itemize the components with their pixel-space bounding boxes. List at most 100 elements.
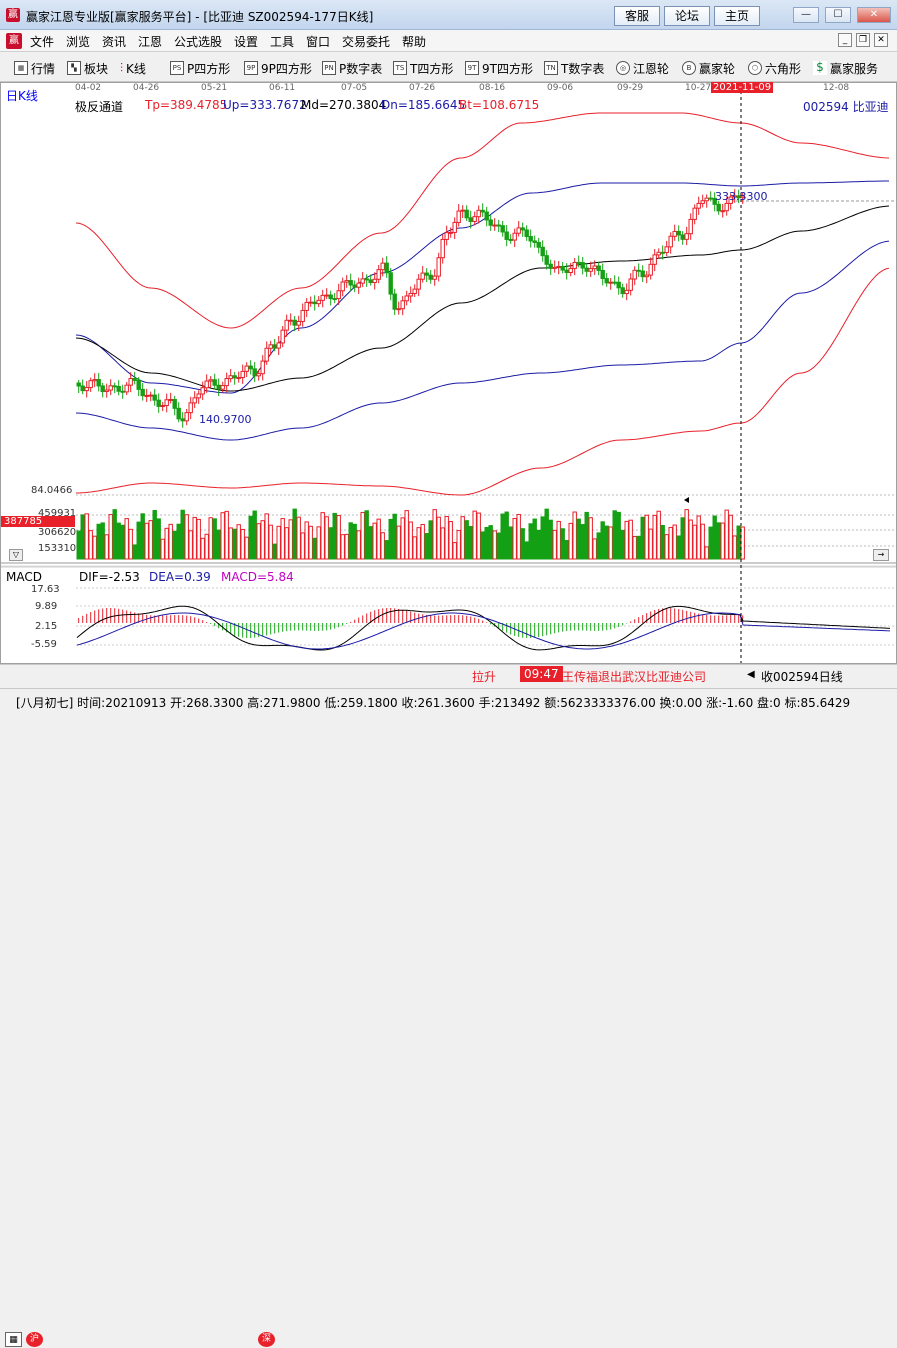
chart-panel[interactable]: 日K线 极反通道 Tp=389.4785 Up=333.7672 Md=270.… (0, 82, 897, 664)
speaker-icon[interactable]: ◀ (747, 669, 755, 680)
volume-bar (420, 523, 425, 560)
tool-service[interactable]: $ 赢家服务 (813, 59, 878, 77)
menu-help[interactable]: 帮助 (402, 33, 426, 50)
tool-label: P数字表 (339, 61, 383, 76)
volume-bar (176, 523, 181, 560)
tool-sectors[interactable]: ▚ 板块 (67, 59, 108, 77)
indicator-up: Up=333.7672 (223, 98, 307, 112)
tool-t-square[interactable]: TS T四方形 (393, 59, 453, 77)
maximize-icon[interactable]: ☐ (825, 7, 851, 23)
tool-9p-square[interactable]: 9P 9P四方形 (244, 59, 312, 77)
p-square-icon: PS (170, 61, 184, 75)
volume-bar (224, 510, 229, 560)
volume-bar (156, 518, 161, 560)
candle (104, 389, 109, 393)
menu-formula[interactable]: 公式选股 (174, 33, 222, 50)
tool-gann-wheel[interactable]: ◎ 江恩轮 (616, 59, 669, 77)
tool-p-table[interactable]: PN P数字表 (322, 59, 382, 77)
candle (168, 398, 173, 401)
menu-browse[interactable]: 浏览 (66, 33, 90, 50)
volume-bar (152, 510, 157, 560)
minimize-icon[interactable]: — (793, 7, 819, 23)
gann-wheel-icon: ◎ (616, 61, 630, 75)
volume-bar (732, 535, 737, 560)
candle (388, 272, 393, 295)
candle (480, 209, 485, 213)
volume-bar (596, 532, 601, 560)
volume-bar (600, 521, 605, 560)
menu-trade[interactable]: 交易委托 (342, 33, 390, 50)
volume-bar (164, 527, 169, 560)
volume-bar (396, 525, 401, 560)
volume-bar (228, 527, 233, 560)
shanghai-index-icon[interactable]: 沪 (26, 1332, 43, 1347)
date-tick: 08-16 (479, 83, 506, 93)
tool-winner-wheel[interactable]: B 赢家轮 (682, 59, 735, 77)
candle (160, 405, 165, 408)
volume-bar (292, 508, 297, 560)
candle (496, 224, 501, 227)
volume-bar (316, 526, 321, 560)
period-label[interactable]: 日K线 (6, 87, 38, 104)
tool-label: 9P四方形 (261, 61, 312, 76)
volume-bar (432, 509, 437, 560)
volume-bar (124, 518, 129, 560)
shenzhen-index-icon[interactable]: 深 (258, 1332, 275, 1347)
tool-9t-square[interactable]: 9T 9T四方形 (465, 59, 533, 77)
volume-bar (704, 546, 709, 560)
menu-settings[interactable]: 设置 (234, 33, 258, 50)
volume-bar (652, 514, 657, 560)
tool-label: 9T四方形 (482, 61, 533, 76)
mdi-minimize-icon[interactable]: _ (838, 33, 852, 47)
volume-bar (456, 530, 461, 560)
candle (472, 216, 477, 222)
volume-bar (376, 518, 381, 560)
indicator-name[interactable]: 极反通道 (75, 98, 123, 115)
candle (220, 385, 225, 390)
menu-info[interactable]: 资讯 (102, 33, 126, 50)
candle (692, 207, 697, 220)
tool-hexagon[interactable]: ⬡ 六角形 (748, 59, 801, 77)
tool-quotes[interactable]: ▦ 行情 (14, 59, 55, 77)
volume-level: 306620 (38, 527, 77, 538)
volume-bar (408, 521, 413, 560)
collapse-down-icon[interactable]: ▽ (9, 549, 23, 561)
close-icon[interactable]: ✕ (857, 7, 891, 23)
forum-button[interactable]: 论坛 (664, 6, 710, 26)
t-table-icon: TN (544, 61, 558, 75)
menu-tools[interactable]: 工具 (270, 33, 294, 50)
homepage-button[interactable]: 主页 (714, 6, 760, 26)
candle (316, 299, 321, 305)
menu-file[interactable]: 文件 (30, 33, 54, 50)
volume-bar (540, 516, 545, 560)
mdi-restore-icon[interactable]: ❐ (856, 33, 870, 47)
candle (664, 246, 669, 254)
candle (580, 262, 585, 269)
menu-logo-icon: 赢 (6, 33, 22, 49)
marker-triangle (684, 497, 689, 503)
ticker-news[interactable]: 王传福退出武汉比亚迪公司 (562, 668, 706, 685)
volume-bar (564, 539, 569, 560)
menu-bar: 赢 文件 浏览 资讯 江恩 公式选股 设置 工具 窗口 交易委托 帮助 (0, 30, 897, 52)
customer-service-button[interactable]: 客服 (614, 6, 660, 26)
keyboard-icon[interactable]: ▦ (5, 1332, 22, 1347)
volume-bar (544, 508, 549, 560)
blocks-icon: ▚ (67, 61, 81, 75)
candle (432, 275, 437, 280)
candle (228, 375, 233, 380)
volume-bar (712, 515, 717, 560)
menu-gann[interactable]: 江恩 (138, 33, 162, 50)
mdi-close-icon[interactable]: ✕ (874, 33, 888, 47)
tool-p-square[interactable]: PS P四方形 (170, 59, 230, 77)
volume-bar (520, 528, 525, 560)
scroll-right-icon[interactable]: → (873, 549, 889, 561)
macd-name[interactable]: MACD (6, 570, 42, 584)
menu-window[interactable]: 窗口 (306, 33, 330, 50)
candle (152, 394, 157, 401)
channel-dn-line (75, 240, 890, 441)
tool-kline[interactable]: ⫶ K线 (120, 59, 146, 77)
indicator-tp: Tp=389.4785 (145, 98, 228, 112)
volume-bar (528, 523, 533, 560)
tool-t-table[interactable]: TN T数字表 (544, 59, 604, 77)
volume-bar (728, 514, 733, 560)
